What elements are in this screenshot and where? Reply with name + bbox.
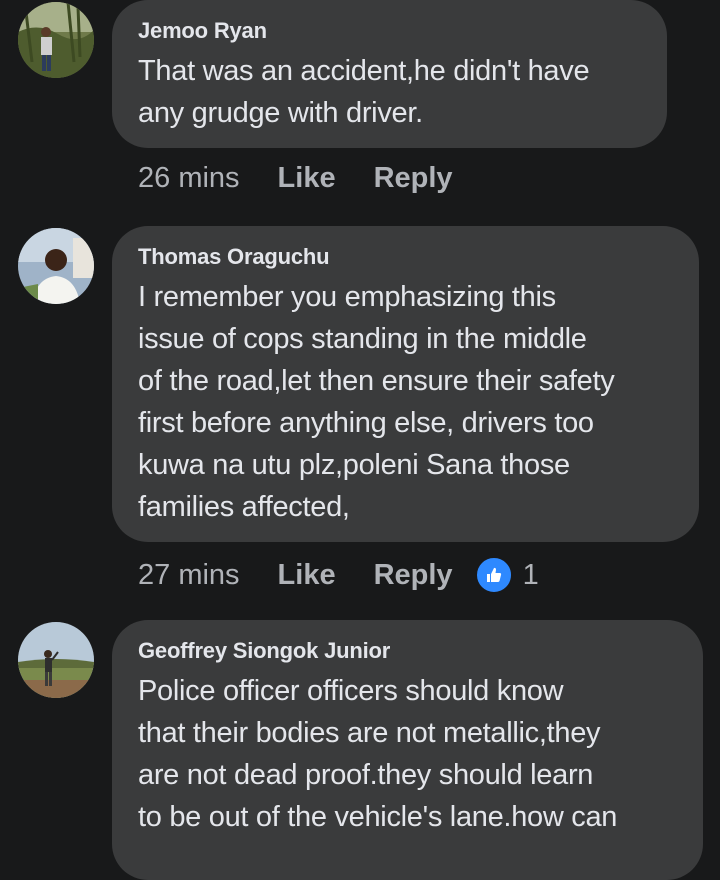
like-button[interactable]: Like bbox=[278, 559, 336, 592]
avatar[interactable] bbox=[18, 228, 94, 304]
comment-text: I remember you emphasizing this issue of… bbox=[138, 281, 615, 523]
comment-time[interactable]: 27 mins bbox=[138, 559, 240, 592]
thumbs-up-icon bbox=[474, 556, 513, 594]
comment-actions: 27 mins Like Reply 1 bbox=[138, 556, 539, 594]
comment-author[interactable]: Thomas Oraguchu bbox=[138, 244, 673, 270]
reply-button[interactable]: Reply bbox=[374, 162, 453, 195]
comment-bubble: Geoffrey Siongok Junior Police officer o… bbox=[112, 620, 703, 880]
comment-time[interactable]: 26 mins bbox=[138, 162, 240, 195]
reaction-count: 1 bbox=[522, 558, 539, 591]
comment-bubble: Thomas Oraguchu I remember you emphasizi… bbox=[112, 226, 699, 542]
reaction-summary[interactable]: 1 bbox=[474, 556, 539, 594]
avatar[interactable] bbox=[18, 2, 94, 78]
comment-text: That was an accident,he didn't have any … bbox=[138, 55, 590, 129]
comment-bubble: Jemoo Ryan That was an accident,he didn'… bbox=[112, 0, 667, 148]
comment-actions: 26 mins Like Reply bbox=[138, 162, 491, 195]
comment-author[interactable]: Geoffrey Siongok Junior bbox=[138, 638, 677, 664]
avatar[interactable] bbox=[18, 622, 94, 698]
reply-button[interactable]: Reply bbox=[374, 559, 453, 592]
like-button[interactable]: Like bbox=[278, 162, 336, 195]
comment-text: Police officer officers should know that… bbox=[138, 675, 618, 833]
comment-author[interactable]: Jemoo Ryan bbox=[138, 18, 641, 44]
